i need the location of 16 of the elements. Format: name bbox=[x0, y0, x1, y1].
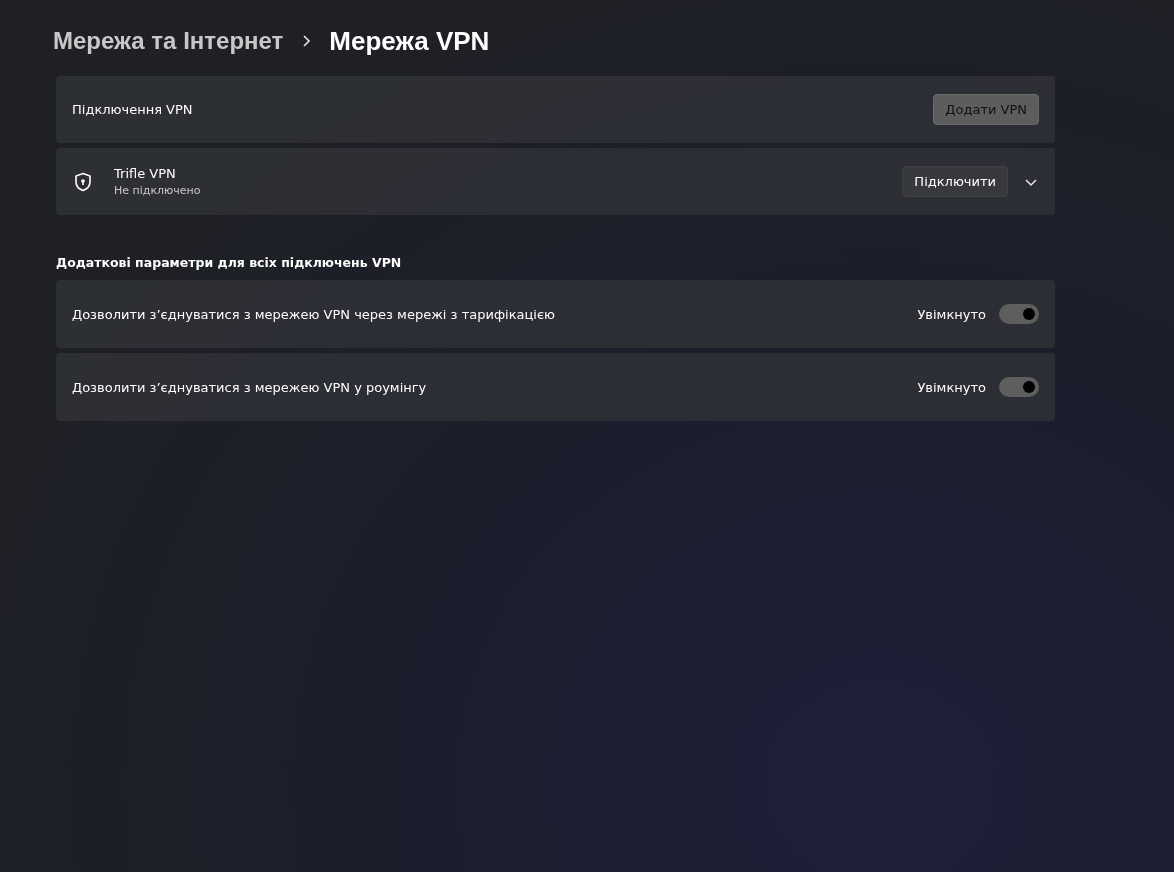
setting-label: Дозволити з’єднуватися з мережею VPN через мережі з тарифікацією bbox=[72, 306, 556, 322]
shield-icon bbox=[74, 171, 92, 192]
chevron-right-icon bbox=[301, 34, 312, 48]
setting-label: Підключення VPN bbox=[72, 102, 194, 117]
connection-status: Не підключено bbox=[114, 184, 202, 197]
toggle-switch[interactable] bbox=[999, 304, 1039, 324]
connect-button[interactable]: Підключити bbox=[902, 166, 1008, 197]
toggle-state-text: Увімкнуто bbox=[917, 379, 986, 395]
toggle-switch[interactable] bbox=[999, 377, 1039, 397]
chevron-down-icon[interactable] bbox=[1024, 176, 1038, 187]
section-heading: Додаткові параметри для всіх підключень VPN bbox=[56, 255, 403, 270]
connection-name: Trifle VPN bbox=[114, 166, 177, 181]
toggle-state-text: Увімкнуто bbox=[917, 306, 986, 322]
setting-label: Дозволити з’єднуватися з мережею VPN у роумінгу bbox=[72, 379, 428, 395]
breadcrumb-parent[interactable]: Мережа та Інтернет bbox=[53, 27, 284, 55]
page-title: Мережа VPN bbox=[329, 25, 490, 57]
